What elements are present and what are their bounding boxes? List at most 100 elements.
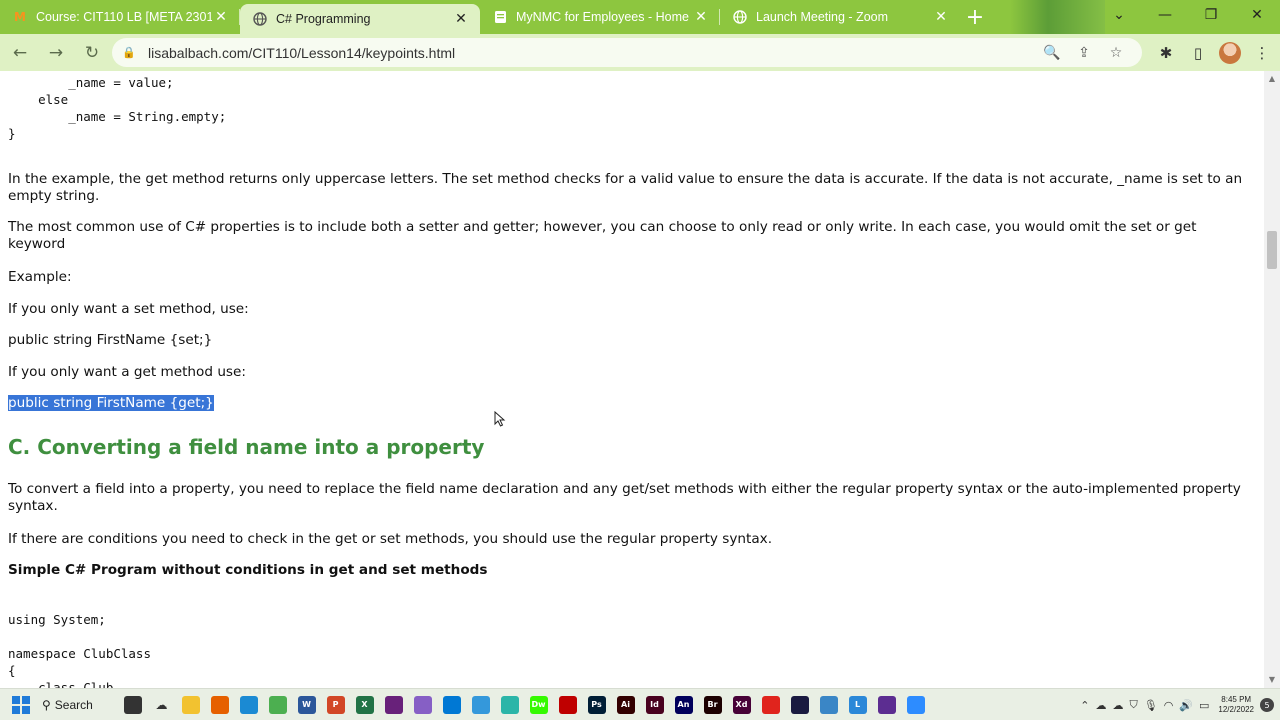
dreamweaver-icon[interactable]: Dw [524, 691, 553, 719]
tab-search-icon[interactable]: ⌄ [1096, 0, 1142, 30]
tab-csharp-programming[interactable]: C# Programming ✕ [240, 4, 480, 34]
app-glyph [906, 695, 925, 714]
obs-icon[interactable] [872, 691, 901, 719]
security-icon[interactable]: ⛉ [1129, 698, 1137, 712]
tab-mynmc[interactable]: MyNMC for Employees - Home | ✕ [480, 0, 720, 34]
app-glyph: P [326, 695, 345, 714]
volume-icon[interactable]: 🔊 [1179, 699, 1193, 712]
globe-icon [252, 11, 268, 27]
taskbar-search[interactable]: ⚲ Search [42, 693, 110, 717]
lock-icon[interactable]: 🔒 [122, 46, 136, 59]
address-bar[interactable]: 🔒 lisabalbach.com/CIT110/Lesson14/keypoi… [112, 38, 1142, 67]
cloud-icon[interactable]: ☁ [1095, 699, 1106, 712]
visual-studio-icon[interactable] [379, 691, 408, 719]
app-glyph [239, 695, 258, 714]
indesign-icon[interactable]: Id [640, 691, 669, 719]
battery-icon[interactable]: ▭ [1199, 699, 1209, 712]
minimize-icon[interactable]: — [1142, 0, 1188, 30]
chrome-icon[interactable] [263, 691, 292, 719]
tab-zoom[interactable]: Launch Meeting - Zoom ✕ [720, 0, 960, 34]
section-heading: C. Converting a field name into a proper… [8, 435, 485, 459]
app-glyph [761, 695, 780, 714]
app-glyph [181, 695, 200, 714]
clock[interactable]: 8:45 PM 12/2/2022 [1218, 695, 1254, 715]
url-text[interactable]: lisabalbach.com/CIT110/Lesson14/keypoint… [148, 45, 1036, 61]
filezilla-icon[interactable] [553, 691, 582, 719]
powerpoint-icon[interactable]: P [321, 691, 350, 719]
media-encoder-icon[interactable] [785, 691, 814, 719]
xamarin-icon[interactable] [466, 691, 495, 719]
close-icon[interactable]: ✕ [212, 9, 230, 25]
page-scrollbar[interactable]: ▲ ▼ [1264, 71, 1280, 688]
tab-course[interactable]: M Course: CIT110 LB [META 2301] ✕ [0, 0, 240, 34]
wifi-icon[interactable]: ◠ [1164, 699, 1174, 712]
theme-decoration [1010, 0, 1105, 34]
app-glyph [442, 695, 461, 714]
side-panel-icon[interactable]: ▯ [1182, 37, 1214, 69]
extensions-icon[interactable]: ✱ [1150, 37, 1182, 69]
lab-app-icon[interactable]: L [843, 691, 872, 719]
notification-badge[interactable]: 5 [1260, 698, 1274, 712]
reload-icon[interactable]: ↻ [76, 37, 108, 69]
code-block-bottom: using System; namespace ClubClass { clas… [8, 612, 151, 688]
illustrator-icon[interactable]: Ai [611, 691, 640, 719]
close-icon[interactable]: ✕ [692, 9, 710, 25]
onedrive-icon[interactable]: ☁ [1112, 699, 1123, 712]
window-close-icon[interactable]: ✕ [1234, 0, 1280, 30]
close-icon[interactable]: ✕ [932, 9, 950, 25]
set-code-line: public string FirstName {set;} [8, 332, 213, 348]
snip-icon[interactable] [495, 691, 524, 719]
tab-title: MyNMC for Employees - Home | [516, 10, 692, 24]
avatar[interactable] [1219, 41, 1241, 64]
paragraph: If there are conditions you need to chec… [8, 531, 773, 547]
vscode-icon[interactable] [437, 691, 466, 719]
taskbar-apps: W P X Dw Ps Ai Id An Br Xd L [176, 691, 930, 719]
forward-icon[interactable]: → [40, 37, 72, 69]
search-label: Search [54, 697, 93, 712]
file-explorer-icon[interactable] [176, 691, 205, 719]
restore-icon[interactable]: ❐ [1188, 0, 1234, 30]
scrollbar-thumb[interactable] [1267, 231, 1277, 269]
example-label: Example: [8, 269, 72, 285]
task-view-icon[interactable] [118, 691, 147, 719]
paragraph: The most common use of C# properties is … [8, 219, 1197, 252]
selected-text[interactable]: public string FirstName {get;} [8, 395, 214, 411]
zoom-icon[interactable]: 🔍 [1036, 45, 1068, 61]
new-tab-button[interactable]: + [960, 0, 990, 34]
bridge-icon[interactable]: Br [698, 691, 727, 719]
app-glyph [210, 695, 229, 714]
windows-start-icon[interactable] [12, 695, 30, 714]
app-glyph: An [674, 695, 693, 714]
xd-icon[interactable]: Xd [727, 691, 756, 719]
scroll-down-icon[interactable]: ▼ [1264, 672, 1280, 688]
app-glyph: Dw [529, 695, 548, 714]
notepad-icon[interactable] [814, 691, 843, 719]
acrobat-icon[interactable] [756, 691, 785, 719]
microphone-icon[interactable]: 🎙 [1144, 699, 1158, 712]
scroll-up-icon[interactable]: ▲ [1264, 71, 1280, 87]
back-icon[interactable]: ← [4, 37, 36, 69]
menu-kebab-icon[interactable]: ⋮ [1246, 37, 1278, 69]
word-icon[interactable]: W [292, 691, 321, 719]
app-glyph [500, 695, 519, 714]
paragraph: If you only want a set method, use: [8, 301, 249, 317]
share-icon[interactable]: ⇪ [1068, 45, 1100, 61]
app-glyph: Ai [616, 695, 635, 714]
system-tray: ⌃ ☁ ☁ ⛉ 🎙 ◠ 🔊 ▭ 8:45 PM 12/2/2022 5 [1077, 689, 1280, 721]
excel-icon[interactable]: X [350, 691, 379, 719]
visual-studio-2-icon[interactable] [408, 691, 437, 719]
app-glyph [384, 695, 403, 714]
app-glyph: Br [703, 695, 722, 714]
chevron-up-icon[interactable]: ⌃ [1080, 699, 1089, 712]
firefox-icon[interactable] [205, 691, 234, 719]
weather-icon[interactable]: ☁ [147, 691, 176, 719]
edge-icon[interactable] [234, 691, 263, 719]
time-text: 8:45 PM [1221, 695, 1252, 704]
close-icon[interactable]: ✕ [452, 11, 470, 27]
bookmark-star-icon[interactable]: ☆ [1100, 45, 1132, 61]
app-glyph: Ps [587, 695, 606, 714]
photoshop-icon[interactable]: Ps [582, 691, 611, 719]
app-glyph [268, 695, 287, 714]
zoom-icon[interactable] [901, 691, 930, 719]
animate-icon[interactable]: An [669, 691, 698, 719]
